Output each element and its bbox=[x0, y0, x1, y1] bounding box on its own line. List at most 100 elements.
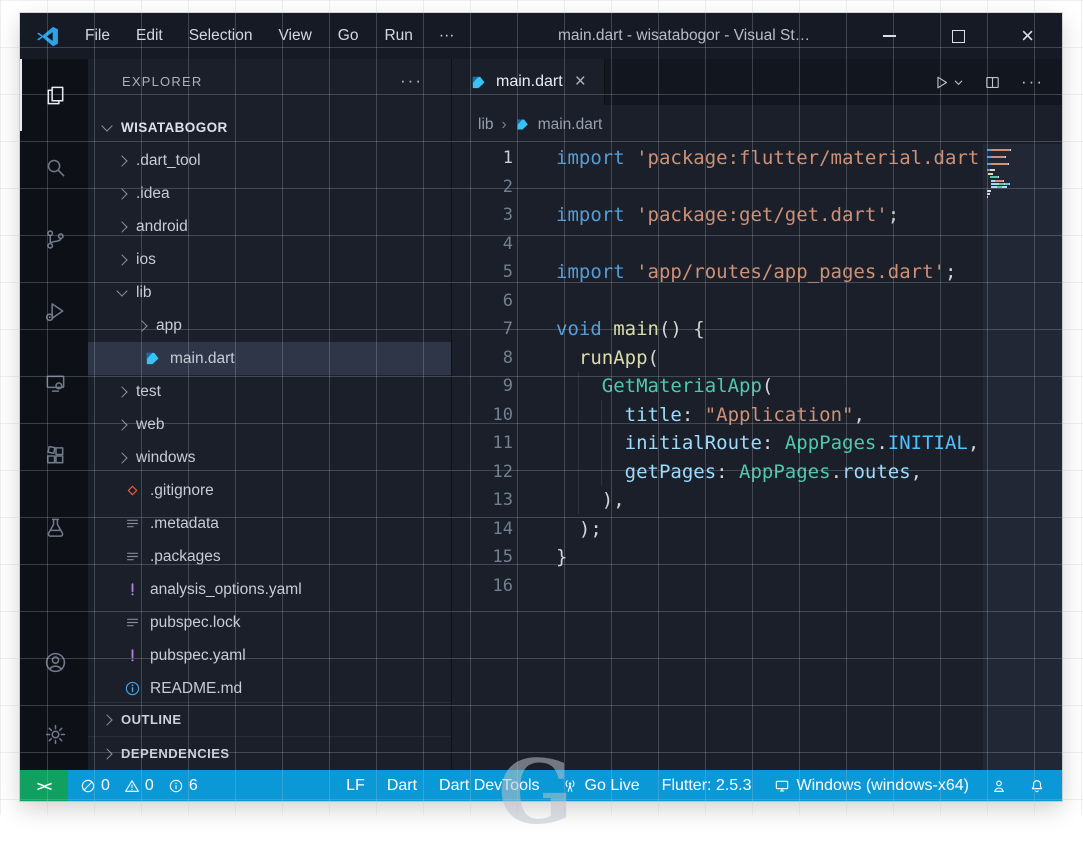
menu-selection[interactable]: Selection bbox=[176, 13, 266, 59]
sidebar-header: EXPLORER ··· bbox=[88, 59, 451, 103]
minimize-icon bbox=[883, 35, 896, 37]
tree-item-metadata[interactable]: .metadata bbox=[88, 507, 451, 540]
tab-label: main.dart bbox=[496, 73, 563, 90]
section-dependencies[interactable]: DEPENDENCIES bbox=[88, 736, 451, 770]
tree-root-wisatabogor[interactable]: WISATABOGOR bbox=[88, 111, 451, 144]
status-dart-devtools[interactable]: Dart DevTools bbox=[428, 770, 550, 801]
remote-explorer-icon bbox=[44, 372, 67, 395]
menu-file[interactable]: File bbox=[72, 13, 123, 59]
line-number: 10 bbox=[492, 404, 513, 425]
tree-item-windows[interactable]: windows bbox=[88, 441, 451, 474]
activity-remote-explorer-button[interactable] bbox=[20, 347, 88, 419]
tree-item-gitignore[interactable]: .gitignore bbox=[88, 474, 451, 507]
status-flutter-2-5-3[interactable]: Flutter: 2.5.3 bbox=[651, 770, 763, 801]
text-file-icon bbox=[124, 548, 141, 565]
tree-item-label: android bbox=[136, 217, 188, 235]
line-number: 14 bbox=[492, 518, 513, 539]
tree-item-web[interactable]: web bbox=[88, 408, 451, 441]
tree-item-lib[interactable]: lib bbox=[88, 276, 451, 309]
menu-run[interactable]: Run bbox=[371, 13, 425, 59]
activity-settings-button[interactable] bbox=[20, 698, 88, 770]
tree-item-label: windows bbox=[136, 448, 196, 466]
tree-item-analysis-options-yaml[interactable]: analysis_options.yaml bbox=[88, 573, 451, 606]
code-line[interactable]: 11 initialRoute: AppPages.INITIAL, bbox=[452, 429, 1062, 458]
tree-item-test[interactable]: test bbox=[88, 375, 451, 408]
window-controls: × bbox=[855, 13, 1062, 59]
code-line[interactable]: 13 ), bbox=[452, 486, 1062, 515]
code-line[interactable]: 3 import 'package:get/get.dart'; bbox=[452, 201, 1062, 230]
menu-go[interactable]: Go bbox=[325, 13, 372, 59]
activity-testing-button[interactable] bbox=[20, 491, 88, 563]
code-text: getPages: AppPages.routes, bbox=[624, 460, 923, 483]
tree-item-idea[interactable]: .idea bbox=[88, 177, 451, 210]
maximize-button[interactable] bbox=[924, 13, 993, 59]
minimap[interactable] bbox=[983, 144, 1062, 770]
code-line[interactable]: 4 bbox=[452, 230, 1062, 259]
broadcast-icon bbox=[562, 778, 578, 794]
code-line[interactable]: 6 bbox=[452, 287, 1062, 316]
tree-item-app[interactable]: app bbox=[88, 309, 451, 342]
section-outline[interactable]: OUTLINE bbox=[88, 702, 451, 736]
status-go-live[interactable]: Go Live bbox=[551, 770, 651, 801]
tab-main-dart[interactable]: main.dart × bbox=[452, 59, 605, 105]
code-line[interactable]: 14 ); bbox=[452, 515, 1062, 544]
status-bell[interactable] bbox=[1018, 770, 1056, 801]
tree-item-pubspec-yaml[interactable]: pubspec.yaml bbox=[88, 639, 451, 672]
file-tree: .dart_tool .idea android ios lib app mai… bbox=[88, 144, 451, 702]
status-windows-windows-x64[interactable]: Windows (windows-x64) bbox=[763, 770, 981, 801]
tree-item-ios[interactable]: ios bbox=[88, 243, 451, 276]
status-errors[interactable]: 0 bbox=[80, 777, 110, 795]
code-line[interactable]: 5 import 'app/routes/app_pages.dart'; bbox=[452, 258, 1062, 287]
status-warnings[interactable]: 0 bbox=[124, 777, 154, 795]
code-line[interactable]: 1 import 'package:flutter/material.dart'… bbox=[452, 144, 1062, 173]
tree-item-pubspec-lock[interactable]: pubspec.lock bbox=[88, 606, 451, 639]
code-line[interactable]: 10 title: "Application", bbox=[452, 401, 1062, 430]
menu-edit[interactable]: Edit bbox=[123, 13, 176, 59]
code-line[interactable]: 2 bbox=[452, 173, 1062, 202]
code-line[interactable]: 9 GetMaterialApp( bbox=[452, 372, 1062, 401]
breadcrumb-separator: › bbox=[501, 115, 507, 133]
tree-item-readme-md[interactable]: README.md bbox=[88, 672, 451, 702]
source-control-icon bbox=[44, 228, 67, 251]
chevron-right-icon bbox=[101, 747, 113, 760]
code-area[interactable]: 1 import 'package:flutter/material.dart'… bbox=[452, 144, 1062, 770]
tree-item-main-dart[interactable]: main.dart bbox=[88, 342, 451, 375]
status-info[interactable]: 6 bbox=[168, 777, 198, 795]
code-line[interactable]: 16 bbox=[452, 572, 1062, 601]
code-line[interactable]: 8 runApp( bbox=[452, 344, 1062, 373]
breadcrumb-main-dart[interactable]: main.dart bbox=[538, 116, 603, 134]
remote-indicator[interactable]: >< bbox=[20, 770, 68, 801]
tree-item-label: README.md bbox=[150, 679, 243, 697]
activity-source-control-button[interactable] bbox=[20, 203, 88, 275]
activity-account-button[interactable] bbox=[20, 626, 88, 698]
tree-item-dart-tool[interactable]: .dart_tool bbox=[88, 144, 451, 177]
tree-item-packages[interactable]: .packages bbox=[88, 540, 451, 573]
sidebar-more-actions[interactable]: ··· bbox=[400, 71, 423, 91]
activity-run-debug-button[interactable] bbox=[20, 275, 88, 347]
status-feedback[interactable] bbox=[980, 770, 1018, 801]
split-editor-icon[interactable] bbox=[984, 74, 1001, 91]
chevron-right-icon bbox=[116, 418, 128, 431]
status-dart[interactable]: Dart bbox=[376, 770, 428, 801]
breadcrumb-lib[interactable]: lib bbox=[478, 116, 494, 134]
code-line[interactable]: 15 } bbox=[452, 543, 1062, 572]
tree-item-android[interactable]: android bbox=[88, 210, 451, 243]
line-number: 8 bbox=[502, 347, 513, 368]
info-icon bbox=[168, 778, 184, 794]
menu-view[interactable]: View bbox=[265, 13, 324, 59]
activity-explorer-button[interactable] bbox=[20, 59, 88, 131]
minimize-button[interactable] bbox=[855, 13, 924, 59]
activity-search-button[interactable] bbox=[20, 131, 88, 203]
status-lf[interactable]: LF bbox=[335, 770, 376, 801]
more-actions-icon[interactable]: ··· bbox=[1021, 72, 1044, 92]
tab-close-icon[interactable]: × bbox=[575, 71, 586, 93]
tree-root-label: WISATABOGOR bbox=[121, 120, 228, 135]
warning-icon bbox=[124, 778, 140, 794]
code-line[interactable]: 7 void main() { bbox=[452, 315, 1062, 344]
menu-more[interactable]: ··· bbox=[426, 13, 468, 59]
code-line[interactable]: 12 getPages: AppPages.routes, bbox=[452, 458, 1062, 487]
run-button[interactable] bbox=[933, 74, 964, 91]
text-file-icon bbox=[124, 515, 141, 532]
close-button[interactable]: × bbox=[993, 13, 1062, 59]
activity-extensions-button[interactable] bbox=[20, 419, 88, 491]
